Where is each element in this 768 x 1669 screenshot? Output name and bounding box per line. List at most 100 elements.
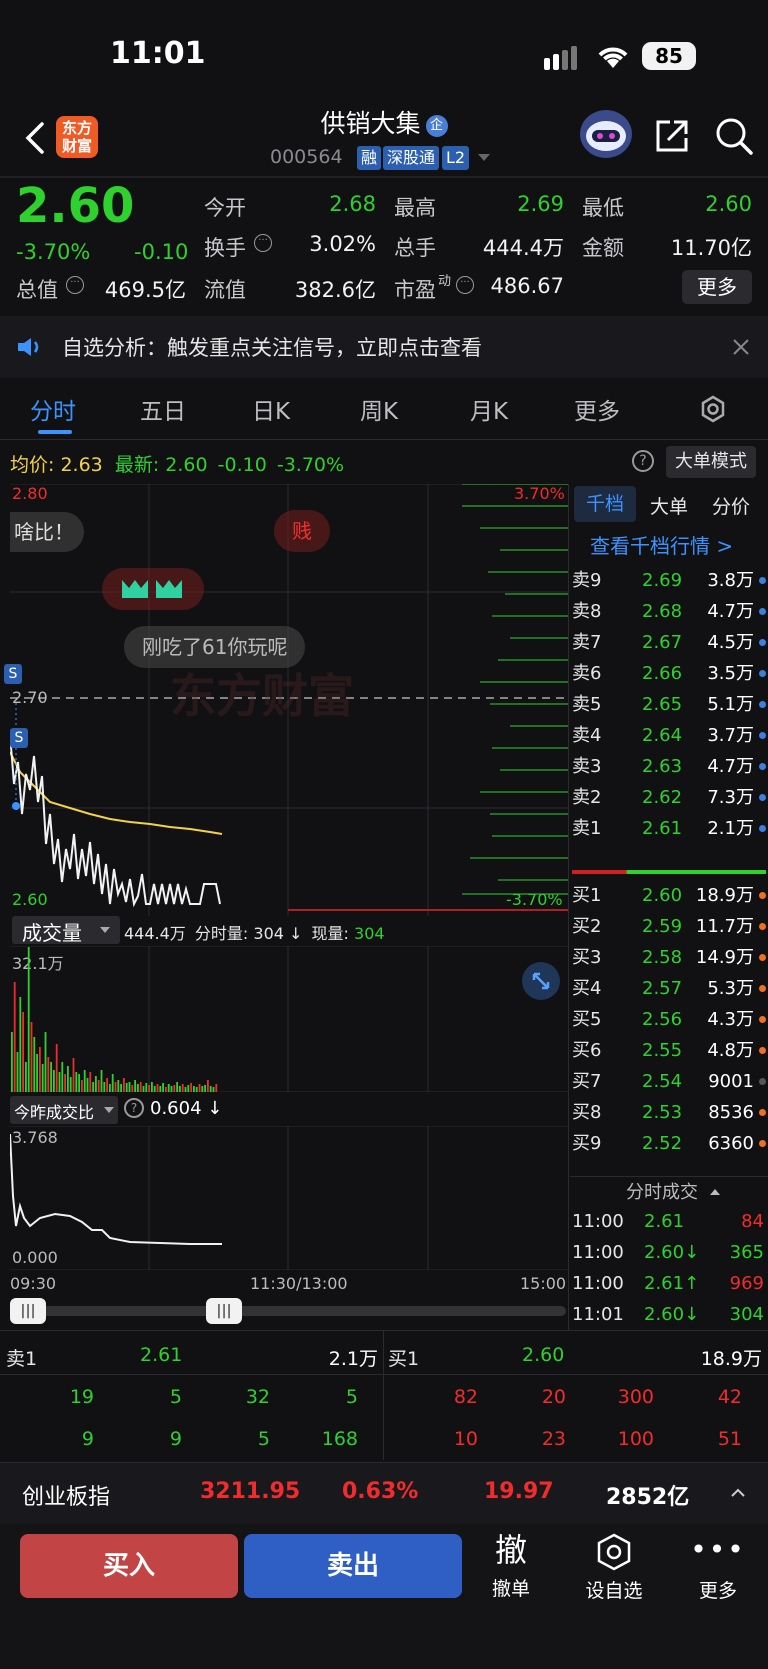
open-label: 今开 [204, 196, 246, 220]
tab-week-k[interactable]: 周K [360, 392, 398, 426]
volume-bar [181, 1084, 184, 1092]
price-axis-mid: 2.70 [12, 688, 48, 707]
volume-bar [47, 1057, 50, 1092]
price-axis-top: 2.80 [12, 484, 48, 503]
ask-row[interactable]: 卖3 2.63 4.7万 [570, 750, 768, 781]
qiandang-link[interactable]: 查看千档行情 > [590, 530, 733, 559]
crown-icon[interactable] [102, 568, 204, 610]
range-slider-track[interactable] [14, 1306, 566, 1316]
tab-more[interactable]: 更多 [574, 392, 620, 426]
danmaku-bubble-2[interactable]: 贱 [274, 510, 330, 552]
volume-bar [78, 1074, 80, 1092]
s-marker[interactable]: S [4, 664, 22, 684]
volume-bar [134, 1080, 136, 1092]
ask-level-label: 卖1 [572, 818, 602, 839]
volume-bar [89, 1072, 92, 1092]
ask-row[interactable]: 卖4 2.64 3.7万 [570, 719, 768, 750]
ask-row[interactable]: 卖5 2.65 5.1万 [570, 688, 768, 719]
tab-month-k[interactable]: 月K [470, 392, 508, 426]
bid-row[interactable]: 买2 2.59 11.7万 [570, 910, 768, 941]
bid-volume: 4.3万 [707, 1009, 754, 1030]
volume-bar [16, 1052, 19, 1092]
bid-row[interactable]: 买7 2.54 9001 [570, 1065, 768, 1096]
volume-stats: 444.4万 分时量: 304 ↓ 现量: 304 [124, 924, 385, 943]
bid-row[interactable]: 买4 2.57 5.3万 [570, 972, 768, 1003]
range-slider-handle-right[interactable]: ||| [206, 1298, 242, 1324]
tab-fenshi[interactable]: 分时 [30, 392, 76, 426]
ask-row[interactable]: 卖1 2.61 2.1万 [570, 812, 768, 843]
danmaku-bubble-3[interactable]: 刚吃了61你玩呢 [124, 626, 306, 668]
s-marker[interactable]: S [10, 728, 28, 748]
bid-row[interactable]: 买3 2.58 14.9万 [570, 941, 768, 972]
share-icon[interactable] [654, 118, 690, 154]
bid-volume: 18.9万 [695, 885, 754, 906]
notice-bar[interactable]: 自选分析：触发重点关注信号，立即点击查看 [0, 316, 768, 378]
range-slider-handle-left[interactable]: ||| [10, 1298, 46, 1324]
volume-selector[interactable]: 成交量 [12, 916, 120, 945]
robot-assistant-icon[interactable] [580, 110, 632, 158]
more-button[interactable]: 更多 [682, 270, 752, 304]
buy-button[interactable]: 买入 [20, 1534, 238, 1598]
orderbook-tab-qiandang[interactable]: 千档 [574, 486, 636, 522]
bid-row[interactable]: 买6 2.55 4.8万 [570, 1034, 768, 1065]
ratio-selector[interactable]: 今昨成交比 [10, 1096, 118, 1124]
orderbook-tab-dadan[interactable]: 大单 [650, 492, 688, 519]
queue-cell: 5 [345, 1386, 358, 1408]
ask-volume: 5.1万 [707, 694, 754, 715]
volume-bar [139, 1082, 142, 1092]
tick-row: 11:01 2.60↓ 304 [572, 1299, 766, 1330]
orderbook-tab-fenjia[interactable]: 分价 [712, 492, 750, 519]
ask-price: 2.69 [642, 570, 683, 591]
chevron-down-icon[interactable] [478, 154, 490, 161]
volume-bar [64, 1074, 66, 1092]
bid-row[interactable]: 买9 2.52 6360 [570, 1127, 768, 1158]
expand-icon[interactable] [522, 962, 560, 1000]
bid-row[interactable]: 买8 2.53 8536 [570, 1096, 768, 1127]
ask-row[interactable]: 卖6 2.66 3.5万 [570, 657, 768, 688]
settings-icon[interactable] [698, 394, 728, 424]
info-icon[interactable]: ··· [254, 234, 272, 252]
sell-button[interactable]: 卖出 [244, 1534, 462, 1598]
tick-volume: 365 [729, 1242, 764, 1263]
volume-bar [13, 982, 16, 1092]
set-watch-button[interactable]: 设自选 [578, 1532, 650, 1612]
ask-row[interactable]: 卖2 2.62 7.3万 [570, 781, 768, 812]
info-icon[interactable]: ··· [456, 276, 474, 294]
bid-row[interactable]: 买5 2.56 4.3万 [570, 1003, 768, 1034]
volume-chart[interactable] [10, 946, 568, 1092]
index-bar[interactable]: 创业板指 3211.95 0.63% 19.97 2852亿 [0, 1462, 768, 1524]
ratio-chart[interactable] [10, 1126, 568, 1270]
ask-row[interactable]: 卖8 2.68 4.7万 [570, 595, 768, 626]
ask-row[interactable]: 卖7 2.67 4.5万 [570, 626, 768, 657]
tab-wuri[interactable]: 五日 [140, 392, 186, 426]
chevron-up-icon[interactable] [730, 1485, 746, 1501]
bid-level-label: 买3 [572, 947, 602, 968]
ask-level-label: 卖3 [572, 756, 602, 777]
status-dot [759, 701, 766, 708]
volume-bar [39, 1047, 41, 1092]
help-icon[interactable]: ? [124, 1098, 144, 1118]
time-axis-mid: 11:30/13:00 [250, 1274, 348, 1293]
level1-buy-label: 买1 [388, 1348, 420, 1370]
tick-time: 11:01 [572, 1304, 624, 1325]
close-icon[interactable] [732, 338, 750, 356]
help-icon[interactable]: ? [632, 450, 654, 472]
status-dot [759, 892, 766, 899]
ask-row[interactable]: 卖9 2.69 3.8万 [570, 564, 768, 595]
big-order-mode-button[interactable]: 大单模式 [666, 446, 756, 478]
info-icon[interactable]: ··· [66, 276, 84, 294]
status-dot [759, 1140, 766, 1147]
search-icon[interactable] [714, 116, 754, 156]
danmaku-bubble-1[interactable]: 啥比！ [10, 512, 84, 552]
queue-cell: 100 [617, 1428, 654, 1450]
more-menu-button[interactable]: ••• 更多 [690, 1532, 746, 1612]
tab-day-k[interactable]: 日K [252, 392, 290, 426]
ask-volume: 3.7万 [707, 725, 754, 746]
cancel-order-button[interactable]: 撤 撤单 [478, 1530, 544, 1610]
tab-active-indicator [38, 430, 72, 434]
bid-row[interactable]: 买1 2.60 18.9万 [570, 879, 768, 910]
ticks-title[interactable]: 分时成交 [626, 1178, 720, 1204]
volume-bar [159, 1086, 162, 1092]
latest-pct: -3.70% [276, 454, 345, 476]
tick-row: 11:00 2.61↑ 969 [572, 1268, 766, 1299]
